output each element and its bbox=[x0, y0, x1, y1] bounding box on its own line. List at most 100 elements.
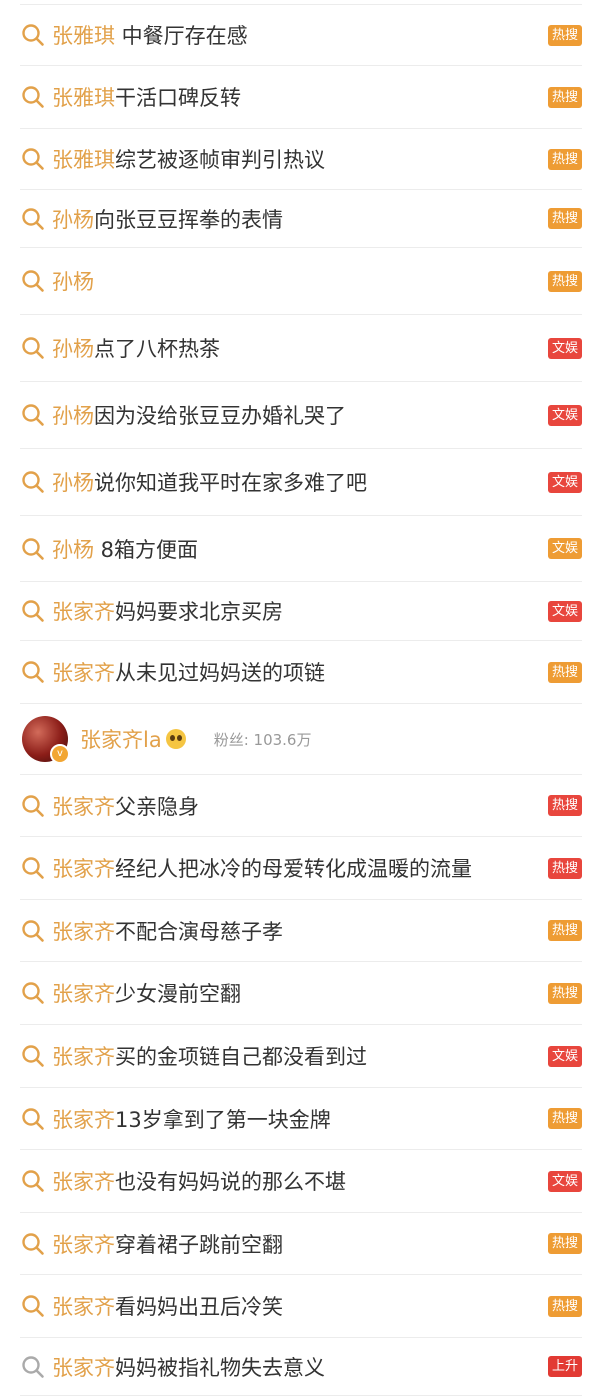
suggestion-keyword: 张家齐 bbox=[52, 1355, 115, 1380]
search-suggestion-item[interactable]: 张家齐也没有妈妈说的那么不堪 文娱 bbox=[20, 1150, 582, 1213]
suggestion-text: 张家齐妈妈要求北京买房 bbox=[52, 596, 548, 626]
suggestion-keyword: 孙杨 bbox=[52, 337, 94, 361]
suggestion-text: 张家齐父亲隐身 bbox=[52, 791, 548, 821]
status-badge: 热搜 bbox=[548, 24, 582, 46]
suggestion-rest: 买的金项链自己都没看到过 bbox=[115, 1045, 367, 1069]
search-icon bbox=[22, 404, 44, 426]
suggestion-keyword: 张家齐 bbox=[52, 600, 115, 624]
suggestion-text: 张家齐少女漫前空翻 bbox=[52, 978, 548, 1008]
suggestion-rest: 从未见过妈妈送的项链 bbox=[115, 661, 325, 685]
search-suggestion-item[interactable]: 张家齐穿着裙子跳前空翻 热搜 bbox=[20, 1213, 582, 1275]
status-badge: 热搜 bbox=[548, 982, 582, 1004]
search-icon bbox=[22, 661, 44, 683]
suggestion-text: 孙杨向张豆豆挥拳的表情 bbox=[52, 204, 548, 234]
search-suggestion-item[interactable]: 张家齐买的金项链自己都没看到过 文娱 bbox=[20, 1025, 582, 1088]
suggestion-rest: 不配合演母慈子孝 bbox=[115, 919, 283, 944]
search-suggestion-item[interactable]: 张家齐看妈妈出丑后冷笑 热搜 bbox=[20, 1275, 582, 1338]
suggestion-rest: 13岁拿到了第一块金牌 bbox=[115, 1107, 331, 1132]
search-suggestion-item[interactable]: 张雅琪综艺被逐帧审判引热议 热搜 bbox=[20, 129, 582, 190]
suggestion-rest: 穿着裙子跳前空翻 bbox=[115, 1232, 283, 1257]
suggestion-rest: 说你知道我平时在家多难了吧 bbox=[94, 471, 367, 495]
search-suggestion-item[interactable]: 张家齐经纪人把冰冷的母爱转化成温暖的流量 热搜 bbox=[20, 837, 582, 900]
user-suggestion-row[interactable]: v 张家齐la 粉丝: 103.6万 bbox=[20, 704, 582, 775]
suggestion-keyword: 张家齐 bbox=[52, 794, 115, 819]
search-suggestion-item[interactable]: 张家齐从未见过妈妈送的项链 热搜 bbox=[20, 641, 582, 704]
suggestion-text: 孙杨 bbox=[52, 266, 548, 296]
search-suggestion-item[interactable]: 张雅琪干活口碑反转 热搜 bbox=[20, 66, 582, 129]
suggestion-keyword: 张家齐 bbox=[52, 1045, 115, 1069]
suggestion-keyword: 孙杨 bbox=[52, 537, 94, 562]
status-badge: 热搜 bbox=[548, 148, 582, 170]
suggestion-keyword: 孙杨 bbox=[52, 207, 94, 232]
suggestion-rest: 干活口碑反转 bbox=[115, 86, 241, 110]
search-icon bbox=[22, 537, 44, 560]
search-icon bbox=[22, 1355, 44, 1378]
search-suggestion-item[interactable]: 孙杨向张豆豆挥拳的表情 热搜 bbox=[20, 190, 582, 248]
suggestion-keyword: 张雅琪 bbox=[52, 86, 115, 110]
search-suggestion-item[interactable]: 张家齐不配合演母慈子孝 热搜 bbox=[20, 900, 582, 962]
status-badge: 文娱 bbox=[548, 404, 582, 426]
search-icon bbox=[22, 270, 44, 292]
search-suggestion-item[interactable]: 孙杨 8箱方便面 文娱 bbox=[20, 516, 582, 582]
status-badge: 热搜 bbox=[548, 1295, 582, 1317]
suggestion-keyword: 张雅琪 bbox=[52, 148, 115, 172]
avatar[interactable]: v bbox=[22, 716, 70, 764]
suggestion-keyword: 张家齐 bbox=[52, 857, 115, 881]
suggestion-rest: 妈妈要求北京买房 bbox=[115, 600, 283, 624]
suggestion-rest: 8箱方便面 bbox=[94, 537, 199, 562]
search-suggestion-item[interactable]: 孙杨 热搜 bbox=[20, 248, 582, 315]
status-badge: 热搜 bbox=[548, 857, 582, 879]
suggestion-text: 孙杨点了八杯热茶 bbox=[52, 333, 548, 363]
suggestion-rest: 中餐厅存在感 bbox=[115, 24, 248, 48]
suggestion-keyword: 张家齐 bbox=[52, 1295, 115, 1319]
username[interactable]: 张家齐la bbox=[80, 724, 162, 754]
search-icon bbox=[22, 982, 44, 1004]
search-suggestion-item[interactable]: 张家齐少女漫前空翻 热搜 bbox=[20, 962, 582, 1025]
suggestion-text: 张家齐买的金项链自己都没看到过 bbox=[52, 1041, 548, 1071]
search-suggestion-item[interactable]: 孙杨点了八杯热茶 文娱 bbox=[20, 315, 582, 382]
search-icon bbox=[22, 857, 44, 879]
suggestion-text: 孙杨因为没给张豆豆办婚礼哭了 bbox=[52, 400, 548, 430]
search-icon bbox=[22, 794, 44, 817]
status-badge: 上升 bbox=[548, 1356, 582, 1377]
suggestion-keyword: 张家齐 bbox=[52, 1232, 115, 1257]
search-icon bbox=[22, 1232, 44, 1255]
suggestion-rest: 妈妈被指礼物失去意义 bbox=[115, 1355, 325, 1380]
search-suggestion-item[interactable]: 孙杨因为没给张豆豆办婚礼哭了 文娱 bbox=[20, 382, 582, 449]
suggestion-keyword: 张雅琪 bbox=[52, 24, 115, 48]
suggestion-text: 孙杨说你知道我平时在家多难了吧 bbox=[52, 467, 548, 497]
search-suggestion-item[interactable]: 张家齐父亲隐身 热搜 bbox=[20, 775, 582, 837]
search-suggestion-item[interactable]: 孙杨说你知道我平时在家多难了吧 文娱 bbox=[20, 449, 582, 516]
status-badge: 文娱 bbox=[548, 538, 582, 559]
suggestion-keyword: 张家齐 bbox=[52, 1107, 115, 1132]
suggestion-text: 张雅琪综艺被逐帧审判引热议 bbox=[52, 144, 548, 174]
search-suggestion-item[interactable]: 张雅琪 中餐厅存在感 热搜 bbox=[20, 4, 582, 66]
suggestion-keyword: 张家齐 bbox=[52, 919, 115, 944]
search-icon bbox=[22, 1170, 44, 1192]
suggestion-text: 张家齐从未见过妈妈送的项链 bbox=[52, 657, 548, 687]
status-badge: 热搜 bbox=[548, 1108, 582, 1129]
suggestion-text: 张家齐13岁拿到了第一块金牌 bbox=[52, 1104, 548, 1134]
follower-count: 粉丝: 103.6万 bbox=[213, 730, 312, 749]
search-icon bbox=[22, 1045, 44, 1067]
suggestion-text: 张家齐看妈妈出丑后冷笑 bbox=[52, 1291, 548, 1321]
suggestion-rest: 向张豆豆挥拳的表情 bbox=[94, 207, 283, 232]
search-icon bbox=[22, 1107, 44, 1130]
status-badge: 文娱 bbox=[548, 471, 582, 493]
suggestion-rest: 父亲隐身 bbox=[115, 794, 199, 819]
suggestion-text: 孙杨 8箱方便面 bbox=[52, 534, 548, 564]
suggestion-rest: 因为没给张豆豆办婚礼哭了 bbox=[94, 404, 346, 428]
suggestion-text: 张家齐穿着裙子跳前空翻 bbox=[52, 1229, 548, 1259]
suggestion-rest: 也没有妈妈说的那么不堪 bbox=[115, 1170, 346, 1194]
suggestion-text: 张家齐不配合演母慈子孝 bbox=[52, 916, 548, 946]
suggestion-keyword: 孙杨 bbox=[52, 270, 94, 294]
suggestion-text: 张雅琪 中餐厅存在感 bbox=[52, 20, 548, 50]
search-suggestion-item[interactable]: 张家齐妈妈要求北京买房 文娱 bbox=[20, 582, 582, 641]
search-suggestion-item[interactable]: 张家齐13岁拿到了第一块金牌 热搜 bbox=[20, 1088, 582, 1150]
suggestion-rest: 点了八杯热茶 bbox=[94, 337, 220, 361]
search-suggestion-item[interactable]: 张家齐妈妈被指礼物失去意义 上升 bbox=[20, 1338, 582, 1396]
suggestion-keyword: 张家齐 bbox=[52, 661, 115, 685]
suggestion-text: 张家齐也没有妈妈说的那么不堪 bbox=[52, 1166, 548, 1196]
search-suggestion-list: 张雅琪 中餐厅存在感 热搜 张雅琪干活口碑反转 热搜 张雅琪综艺被逐帧审判引热议 热搜 孙杨… bbox=[0, 0, 602, 1396]
suggestion-rest: 经纪人把冰冷的母爱转化成温暖的流量 bbox=[115, 857, 472, 881]
